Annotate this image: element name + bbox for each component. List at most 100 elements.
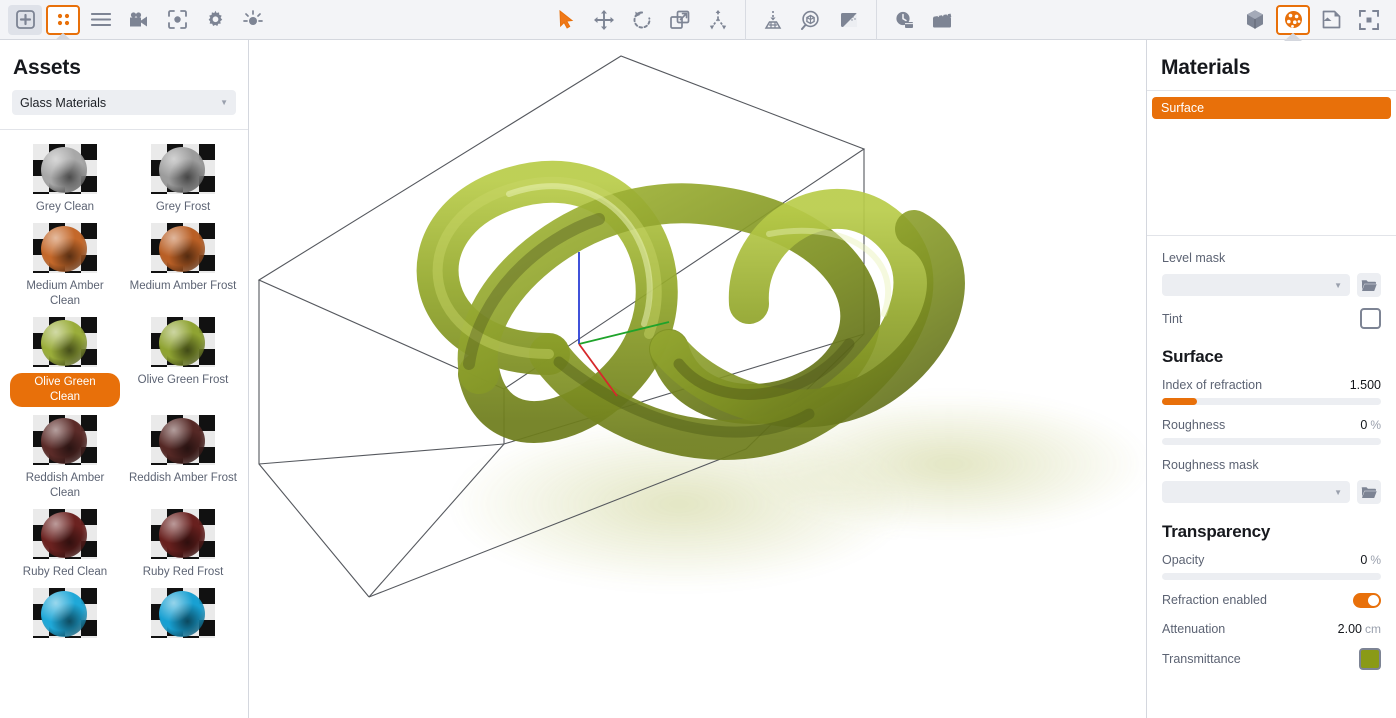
- material-sphere-preview: [159, 147, 205, 193]
- asset-item-label: Grey Frost: [155, 201, 211, 213]
- level-mask-row: ▼: [1162, 273, 1381, 297]
- roughness-mask-label-row: Roughness mask: [1162, 455, 1381, 475]
- attenuation-label: Attenuation: [1162, 622, 1226, 636]
- index-of-refraction-slider-fill: [1162, 398, 1198, 405]
- asset-item[interactable]: [6, 588, 124, 646]
- gear-icon[interactable]: [198, 5, 232, 35]
- asset-item-label: Reddish Amber Clean: [25, 472, 105, 499]
- transmittance-row: Transmittance: [1162, 648, 1381, 670]
- environment-icon[interactable]: [1314, 5, 1348, 35]
- asset-thumbnail: [151, 415, 215, 465]
- refraction-enabled-label: Refraction enabled: [1162, 593, 1267, 607]
- chevron-down-icon: ▼: [1334, 280, 1342, 290]
- asset-item[interactable]: Medium Amber Frost: [124, 223, 242, 311]
- asset-item[interactable]: Grey Frost: [124, 144, 242, 217]
- animation-icon[interactable]: [925, 5, 959, 35]
- asset-item[interactable]: Olive Green Frost: [124, 317, 242, 409]
- camera-icon[interactable]: [122, 5, 156, 35]
- materials-list: Surface: [1147, 91, 1396, 236]
- shading-icon[interactable]: [832, 5, 866, 35]
- attenuation-value: 2.00: [1337, 622, 1362, 636]
- opacity-row: Opacity 0%: [1162, 550, 1381, 570]
- focus-icon[interactable]: [160, 5, 194, 35]
- asset-item[interactable]: [124, 588, 242, 646]
- index-of-refraction-slider[interactable]: [1162, 398, 1381, 405]
- assets-scroll-area[interactable]: Grey Clean Grey Frost Medium Amber Clean Me…: [0, 130, 248, 718]
- asset-category-value: Glass Materials: [20, 95, 107, 110]
- asset-item-label: Medium Amber Clean: [26, 280, 104, 307]
- asset-item[interactable]: Ruby Red Clean: [6, 509, 124, 582]
- 3d-viewport[interactable]: [249, 40, 1146, 718]
- asset-item[interactable]: Grey Clean: [6, 144, 124, 217]
- toolbar-divider-2: [876, 0, 877, 40]
- opacity-value: 0: [1360, 553, 1368, 567]
- asset-thumbnail: [151, 317, 215, 367]
- material-list-item-surface[interactable]: Surface: [1152, 97, 1391, 119]
- roughness-mask-browse-button[interactable]: [1357, 480, 1381, 504]
- roughness-slider[interactable]: [1162, 438, 1381, 445]
- scale-icon[interactable]: [663, 5, 697, 35]
- light-icon[interactable]: [236, 5, 270, 35]
- zoom-to-object-icon[interactable]: [794, 5, 828, 35]
- list-icon[interactable]: [84, 5, 118, 35]
- transparency-section-heading: Transparency: [1162, 522, 1271, 541]
- application-window: Assets Glass Materials ▼ Grey Clean Grey …: [0, 0, 1396, 718]
- toggle-knob: [1368, 594, 1379, 606]
- roughness-unit: %: [1370, 418, 1381, 432]
- asset-category-wrap: Glass Materials ▼: [0, 90, 248, 129]
- material-sphere-preview: [159, 226, 205, 272]
- level-mask-label: Level mask: [1162, 251, 1226, 265]
- roughness-mask-row: ▼: [1162, 480, 1381, 504]
- material-sphere-preview: [41, 226, 87, 272]
- toolbar-divider-1: [745, 0, 746, 40]
- material-sphere-preview: [159, 418, 205, 464]
- materials-icon[interactable]: [1276, 4, 1310, 41]
- opacity-unit: %: [1370, 553, 1381, 567]
- viewport-canvas: [257, 55, 1146, 598]
- asset-item[interactable]: Reddish Amber Clean: [6, 415, 124, 503]
- roughness-mask-dropdown[interactable]: ▼: [1162, 481, 1350, 503]
- asset-thumbnail: [33, 317, 97, 367]
- material-sphere-preview: [159, 320, 205, 366]
- asset-item-label: Grey Clean: [35, 201, 95, 213]
- refraction-enabled-toggle[interactable]: [1353, 592, 1381, 608]
- asset-item[interactable]: Medium Amber Clean: [6, 223, 124, 311]
- fullscreen-icon[interactable]: [1352, 5, 1386, 35]
- timeline-icon[interactable]: [887, 5, 921, 35]
- index-of-refraction-row: Index of refraction 1.500: [1162, 375, 1381, 395]
- add-icon[interactable]: [8, 4, 42, 35]
- opacity-slider[interactable]: [1162, 573, 1381, 580]
- asset-category-dropdown[interactable]: Glass Materials ▼: [12, 90, 236, 115]
- transmittance-color-swatch[interactable]: [1359, 648, 1381, 670]
- tint-checkbox[interactable]: [1360, 308, 1381, 329]
- assets-grid: Grey Clean Grey Frost Medium Amber Clean Me…: [0, 144, 248, 646]
- asset-item[interactable]: Olive Green Clean: [6, 317, 124, 409]
- refraction-enabled-row: Refraction enabled: [1162, 590, 1381, 610]
- material-sphere-preview: [159, 512, 205, 558]
- level-mask-browse-button[interactable]: [1357, 273, 1381, 297]
- asset-item-label: Ruby Red Clean: [22, 566, 108, 578]
- rotate-icon[interactable]: [625, 5, 659, 35]
- folder-icon: [1361, 486, 1377, 498]
- glass-knot-object: [416, 161, 965, 460]
- tint-label: Tint: [1162, 311, 1183, 326]
- geometry-icon[interactable]: [1238, 5, 1272, 35]
- asset-item[interactable]: Ruby Red Frost: [124, 509, 242, 582]
- scene-items-icon[interactable]: [46, 4, 80, 41]
- asset-item[interactable]: Reddish Amber Frost: [124, 415, 242, 503]
- level-mask-dropdown[interactable]: ▼: [1162, 274, 1350, 296]
- chevron-down-icon: ▼: [220, 98, 228, 107]
- snap-to-ground-icon[interactable]: [756, 5, 790, 35]
- attenuation-row: Attenuation 2.00 cm: [1162, 619, 1381, 639]
- move-icon[interactable]: [587, 5, 621, 35]
- material-sphere-preview: [41, 147, 87, 193]
- material-sphere-preview: [41, 591, 87, 637]
- roughness-label: Roughness: [1162, 418, 1226, 432]
- asset-thumbnail: [151, 223, 215, 273]
- transform-icon[interactable]: [701, 5, 735, 35]
- select-arrow-icon[interactable]: [549, 5, 583, 35]
- asset-thumbnail: [33, 223, 97, 273]
- toolbar-left-group: [0, 0, 272, 41]
- asset-thumbnail: [151, 588, 215, 638]
- toolbar-tools-group: [754, 0, 868, 40]
